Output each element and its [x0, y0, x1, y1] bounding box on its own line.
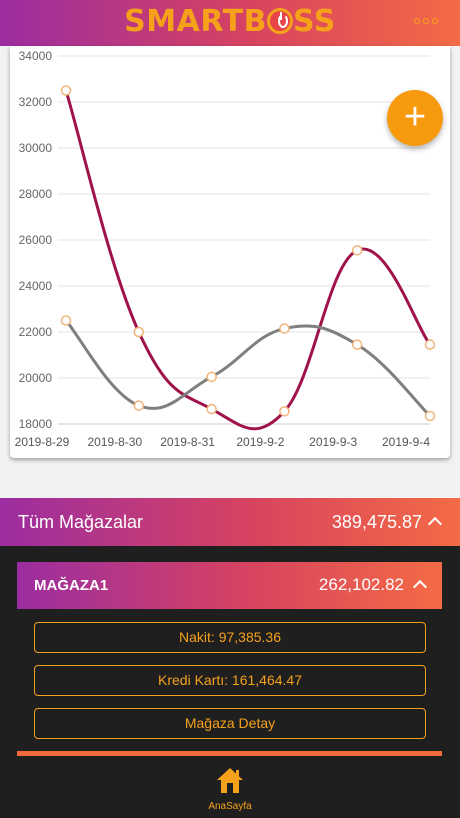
- tab-home[interactable]: AnaSayfa: [200, 766, 260, 812]
- tab-home-label: AnaSayfa: [208, 801, 252, 812]
- chevron-up-icon[interactable]: [427, 516, 443, 532]
- series-1-point[interactable]: [206, 403, 217, 415]
- store-detail-button[interactable]: Mağaza Detay: [34, 708, 426, 739]
- all-stores-summary[interactable]: Tüm Mağazalar 389,475.87: [0, 498, 460, 546]
- series-1-point[interactable]: [60, 85, 72, 96]
- series-2-point[interactable]: [60, 315, 72, 326]
- series-2-point[interactable]: [206, 371, 217, 383]
- y-tick-label: 28000: [19, 187, 53, 201]
- app-header: SMARTB SS: [0, 0, 460, 46]
- sales-line-chart: 18000 20000 22000 24000 26000 28000 30000 32000…: [15, 49, 436, 449]
- store-header[interactable]: MAĞAZA1 262,102.82: [17, 562, 442, 609]
- add-button[interactable]: +: [387, 90, 443, 146]
- section-divider: [17, 751, 442, 756]
- y-tick-label: 24000: [19, 279, 53, 293]
- all-stores-label: Tüm Mağazalar: [18, 512, 144, 532]
- series-2-point[interactable]: [424, 410, 436, 422]
- series-line-2: [64, 319, 432, 418]
- series-1-point[interactable]: [424, 339, 436, 350]
- power-icon: [266, 8, 293, 34]
- series-1-point[interactable]: [133, 326, 145, 338]
- store-total: 262,102.82: [318, 575, 404, 594]
- y-tick-label: 30000: [19, 141, 53, 155]
- credit-card-total: Kredi Kartı: 161,464.47: [34, 665, 426, 696]
- x-axis-ticks: 2019-8-29 2019-8-30 2019-8-31 2019-9-2 2019-…: [15, 435, 431, 449]
- chart-points: [60, 85, 436, 422]
- all-stores-total: 389,475.87: [331, 512, 422, 532]
- y-tick-label: 18000: [19, 417, 53, 431]
- more-dots-icon[interactable]: [414, 18, 438, 24]
- x-tick-label: 2019-8-31: [160, 435, 215, 449]
- smartboss-logo: SMARTB SS: [124, 4, 336, 39]
- y-tick-label: 34000: [19, 49, 53, 63]
- home-icon: [217, 768, 243, 793]
- x-tick-label: 2019-8-30: [87, 435, 142, 449]
- cash-total: Nakit: 97,385.36: [34, 622, 426, 653]
- series-2-point[interactable]: [133, 400, 145, 411]
- y-tick-label: 32000: [19, 95, 53, 109]
- y-tick-label: 20000: [19, 371, 53, 385]
- series-1-point[interactable]: [279, 406, 290, 417]
- bottom-tab-bar: AnaSayfa: [0, 760, 460, 818]
- series-1-point[interactable]: [351, 245, 363, 256]
- store-name: MAĞAZA1: [34, 577, 109, 594]
- chart-grid: [58, 55, 430, 425]
- x-tick-label: 2019-8-29: [15, 435, 70, 449]
- y-tick-label: 26000: [19, 233, 53, 247]
- series-2-point[interactable]: [351, 339, 363, 350]
- sales-chart-card: 18000 20000 22000 24000 26000 28000 30000 32000…: [10, 46, 450, 458]
- chevron-up-icon[interactable]: [412, 579, 428, 595]
- x-tick-label: 2019-9-4: [382, 435, 430, 449]
- x-tick-label: 2019-9-2: [236, 435, 284, 449]
- x-tick-label: 2019-9-3: [309, 435, 357, 449]
- series-2-point[interactable]: [279, 323, 290, 334]
- y-axis-ticks: 18000 20000 22000 24000 26000 28000 30000 32000…: [19, 49, 53, 431]
- y-tick-label: 22000: [19, 325, 53, 339]
